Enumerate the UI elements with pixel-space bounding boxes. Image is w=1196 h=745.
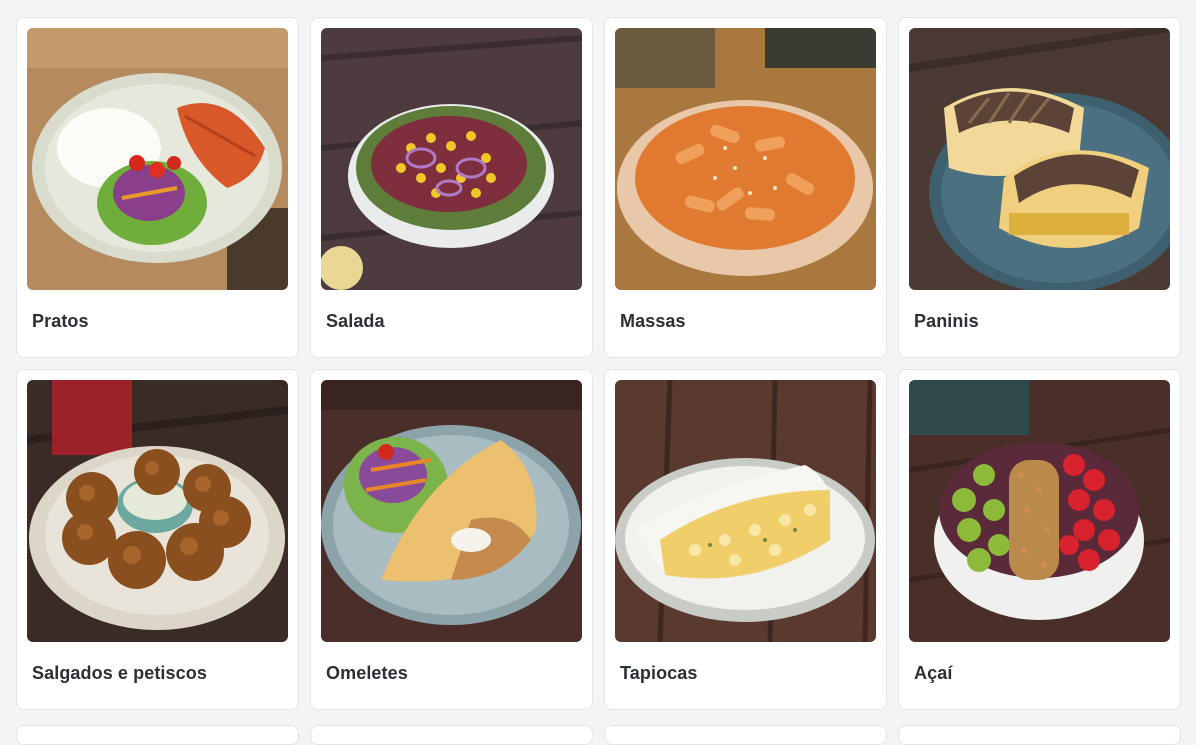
category-card-partial[interactable] xyxy=(898,725,1181,745)
next-row-partial xyxy=(16,725,1181,745)
tapioca-image xyxy=(615,380,876,642)
category-card-salada[interactable]: Salada xyxy=(310,17,593,358)
category-image-salgados xyxy=(27,380,288,642)
category-label: Pratos xyxy=(32,311,89,331)
category-card-paninis[interactable]: Paninis xyxy=(898,17,1181,358)
category-label: Tapiocas xyxy=(620,663,698,683)
category-image-acai xyxy=(909,380,1170,642)
croquettes-image xyxy=(27,380,288,642)
category-label: Massas xyxy=(620,311,686,331)
pasta-image xyxy=(615,28,876,290)
category-image-paninis xyxy=(909,28,1170,290)
category-card-omeletes[interactable]: Omeletes xyxy=(310,369,593,710)
salad-image xyxy=(321,28,582,290)
plate-food-image xyxy=(27,28,288,290)
omelette-image xyxy=(321,380,582,642)
category-label: Salada xyxy=(326,311,385,331)
panini-image xyxy=(909,28,1170,290)
category-label: Omeletes xyxy=(326,663,408,683)
category-label: Açaí xyxy=(914,663,953,683)
category-label: Paninis xyxy=(914,311,979,331)
category-image-tapiocas xyxy=(615,380,876,642)
category-grid: Pratos Salada Massas Paninis Salgados e … xyxy=(16,17,1181,710)
category-card-partial[interactable] xyxy=(310,725,593,745)
category-image-massas xyxy=(615,28,876,290)
category-card-tapiocas[interactable]: Tapiocas xyxy=(604,369,887,710)
category-image-pratos xyxy=(27,28,288,290)
category-image-omeletes xyxy=(321,380,582,642)
category-image-salada xyxy=(321,28,582,290)
acai-image xyxy=(909,380,1170,642)
category-card-partial[interactable] xyxy=(16,725,299,745)
category-card-acai[interactable]: Açaí xyxy=(898,369,1181,710)
category-card-partial[interactable] xyxy=(604,725,887,745)
category-card-massas[interactable]: Massas xyxy=(604,17,887,358)
category-card-pratos[interactable]: Pratos xyxy=(16,17,299,358)
category-label: Salgados e petiscos xyxy=(32,663,207,683)
category-card-salgados-e-petiscos[interactable]: Salgados e petiscos xyxy=(16,369,299,710)
